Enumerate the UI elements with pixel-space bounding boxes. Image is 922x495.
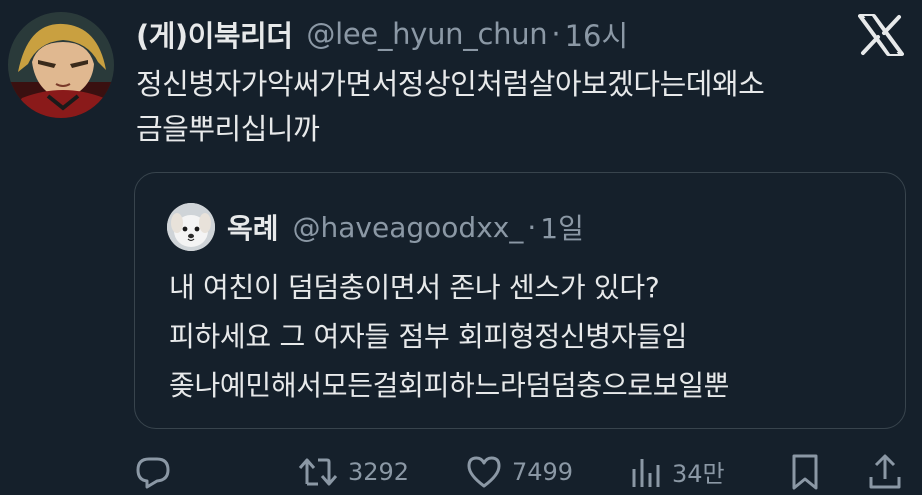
bookmark-icon bbox=[792, 454, 818, 489]
quoted-author-display-name[interactable]: 옥례 bbox=[227, 207, 279, 247]
views-count: 34만 bbox=[672, 460, 725, 488]
share-button[interactable] bbox=[868, 448, 902, 495]
views-chart-icon bbox=[632, 458, 660, 487]
quoted-tweet-card[interactable]: 옥례 @haveagoodxx_ · 1일 내 여친이 덤덤충이면서 존나 센스… bbox=[134, 172, 906, 429]
author-display-name[interactable]: (게)이북리더 bbox=[136, 13, 293, 55]
retweet-count: 3292 bbox=[348, 457, 410, 486]
tweet-text-line: 정신병자가악써가면서정상인처럼살아보겠다는데왜소 bbox=[136, 67, 765, 101]
quoted-author-handle[interactable]: @haveagoodxx_ bbox=[293, 211, 524, 244]
author-avatar[interactable] bbox=[8, 12, 114, 118]
heart-icon bbox=[467, 456, 501, 487]
retweet-button[interactable]: 3292 bbox=[298, 448, 409, 495]
tweet-action-bar: 3292 7499 34만 bbox=[0, 448, 922, 495]
tweet-body: 정신병자가악써가면서정상인처럼살아보겠다는데왜소 금을뿌리십니까 bbox=[136, 62, 906, 152]
quoted-tweet-timestamp[interactable]: 1일 bbox=[540, 207, 584, 247]
views-button[interactable]: 34만 bbox=[630, 448, 725, 495]
tweet-timestamp[interactable]: 16시 bbox=[565, 13, 629, 55]
reply-button[interactable] bbox=[134, 448, 172, 495]
quoted-text-line: 피하세요 그 여자들 점부 회피형정신병자들임 bbox=[169, 320, 688, 353]
quoted-text-line: 좆나예민해서모든걸회피하느라덤덤충으로보일뿐 bbox=[169, 369, 730, 402]
retweet-icon bbox=[298, 458, 338, 485]
author-handle[interactable]: @lee_hyun_chun bbox=[306, 17, 547, 51]
quoted-author-avatar[interactable] bbox=[167, 203, 215, 251]
share-icon bbox=[869, 454, 901, 488]
x-logo-icon[interactable] bbox=[858, 14, 904, 56]
anime-character-avatar-icon bbox=[8, 12, 114, 118]
white-puppy-avatar-icon bbox=[167, 203, 215, 251]
like-button[interactable]: 7499 bbox=[466, 448, 573, 495]
quoted-tweet-header: 옥례 @haveagoodxx_ · 1일 bbox=[227, 205, 584, 249]
separator-dot: · bbox=[527, 210, 537, 244]
separator-dot: · bbox=[551, 17, 561, 51]
tweet-header: (게)이북리더 @lee_hyun_chun · 16시 bbox=[136, 10, 628, 58]
tweet-text-line: 금을뿌리십니까 bbox=[136, 112, 320, 146]
like-count: 7499 bbox=[512, 457, 574, 486]
quoted-text-line: 내 여친이 덤덤충이면서 존나 센스가 있다? bbox=[169, 271, 660, 304]
quoted-tweet-body: 내 여친이 덤덤충이면서 존나 센스가 있다? 피하세요 그 여자들 점부 회피… bbox=[169, 263, 889, 410]
bookmark-button[interactable] bbox=[790, 448, 820, 495]
reply-icon bbox=[136, 457, 170, 488]
